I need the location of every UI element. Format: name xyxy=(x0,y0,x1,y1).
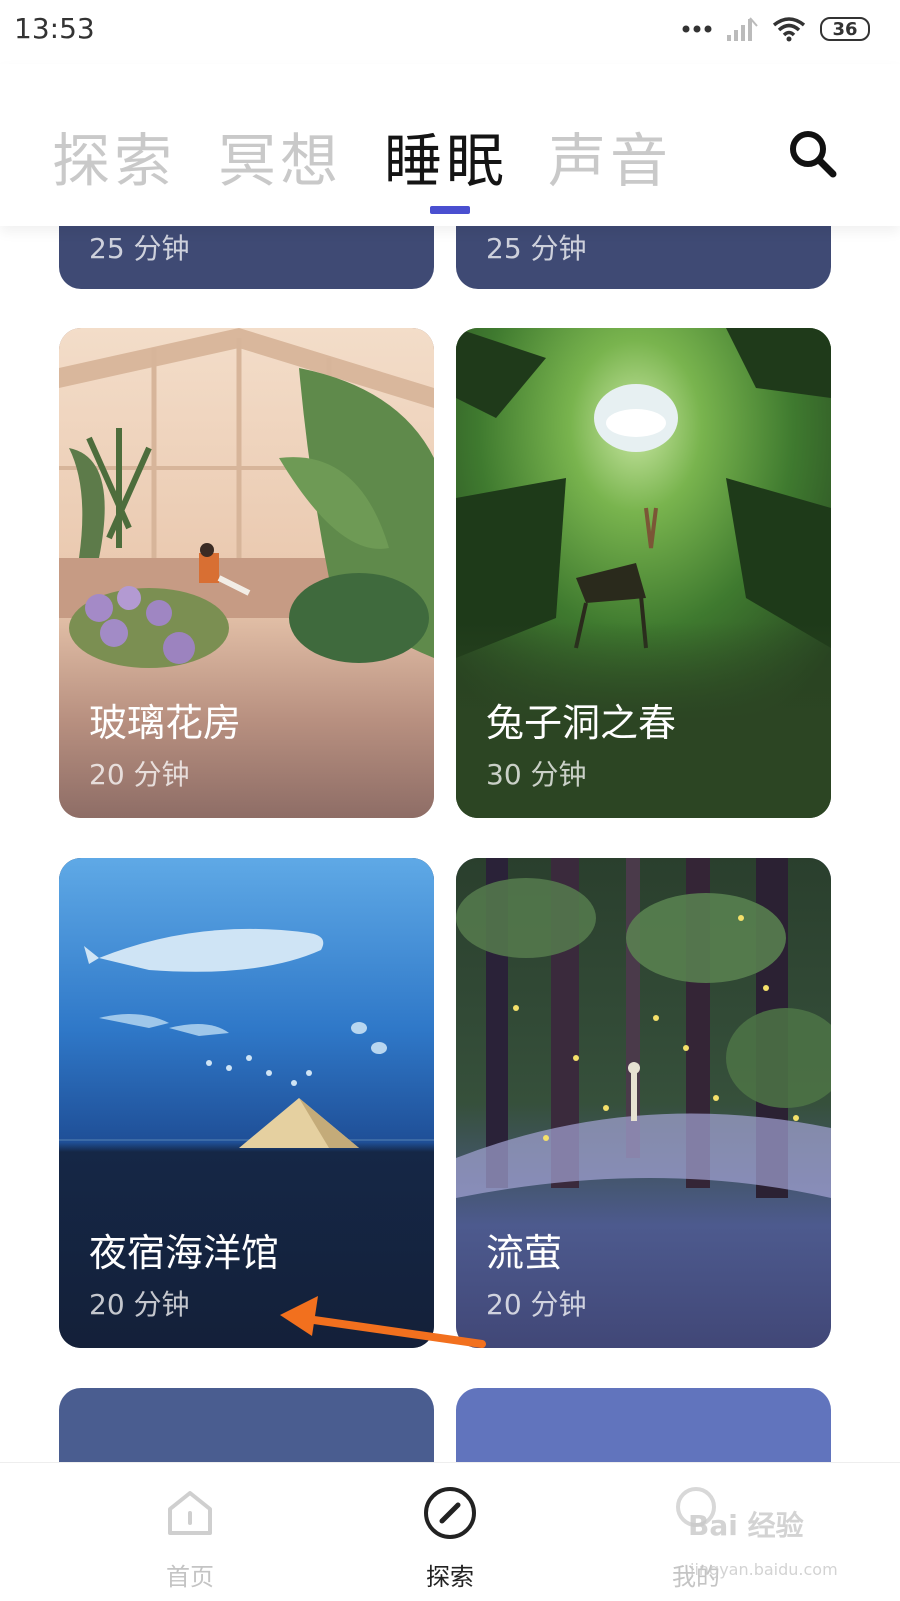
sleep-card[interactable] xyxy=(59,1388,434,1462)
sleep-card[interactable]: 25 分钟 xyxy=(456,226,831,289)
active-tab-indicator xyxy=(430,206,470,214)
card-duration: 20 分钟 xyxy=(89,1288,190,1321)
sleep-card-night-aquarium[interactable]: 夜宿海洋馆 20 分钟 xyxy=(59,858,434,1348)
baidu-watermark: Bai 经验 xyxy=(688,1509,804,1542)
nav-home[interactable]: 首页 xyxy=(120,1463,260,1601)
status-bar: 13:53 36 xyxy=(0,0,900,64)
nav-explore[interactable]: 探索 xyxy=(380,1463,520,1601)
wifi-icon xyxy=(772,17,806,42)
top-tab-bar: 探索 冥想 睡眠 声音 xyxy=(0,64,900,226)
more-dots-icon xyxy=(682,25,712,33)
card-title: 兔子洞之春 xyxy=(486,701,677,745)
card-duration: 20 分钟 xyxy=(89,758,190,791)
card-title: 流萤 xyxy=(486,1231,563,1275)
sleep-card[interactable] xyxy=(456,1388,831,1462)
card-duration: 20 分钟 xyxy=(486,1288,587,1321)
status-icons: 36 xyxy=(682,16,870,42)
sleep-card-fireflies[interactable]: 流萤 20 分钟 xyxy=(456,858,831,1348)
baidu-watermark-url: jingyan.baidu.com xyxy=(690,1560,838,1579)
compass-icon xyxy=(424,1487,476,1539)
card-title: 夜宿海洋馆 xyxy=(89,1231,280,1275)
nav-label: 探索 xyxy=(426,1563,474,1591)
battery-indicator: 36 xyxy=(820,17,870,41)
tab-sleep[interactable]: 睡眠 xyxy=(384,114,508,198)
sleep-card-rabbit-hole-spring[interactable]: 兔子洞之春 30 分钟 xyxy=(456,328,831,818)
status-time: 13:53 xyxy=(14,12,95,45)
card-duration: 25 分钟 xyxy=(89,232,190,265)
home-icon xyxy=(168,1491,212,1535)
nav-label: 首页 xyxy=(166,1563,214,1591)
tab-meditation[interactable]: 冥想 xyxy=(218,114,342,198)
signal-icon xyxy=(727,17,758,41)
sleep-card[interactable]: 25 分钟 xyxy=(59,226,434,289)
tab-sound[interactable]: 声音 xyxy=(548,114,672,198)
search-icon[interactable] xyxy=(783,124,843,184)
card-title: 玻璃花房 xyxy=(89,701,242,745)
sleep-card-grid[interactable]: 25 分钟 25 分钟 玻璃花房 20 分钟 兔子洞之春 30 分钟 夜宿海洋馆… xyxy=(0,226,900,1462)
sleep-card-glass-greenhouse[interactable]: 玻璃花房 20 分钟 xyxy=(59,328,434,818)
card-duration: 25 分钟 xyxy=(486,232,587,265)
card-duration: 30 分钟 xyxy=(486,758,587,791)
tab-explore[interactable]: 探索 xyxy=(52,114,176,198)
